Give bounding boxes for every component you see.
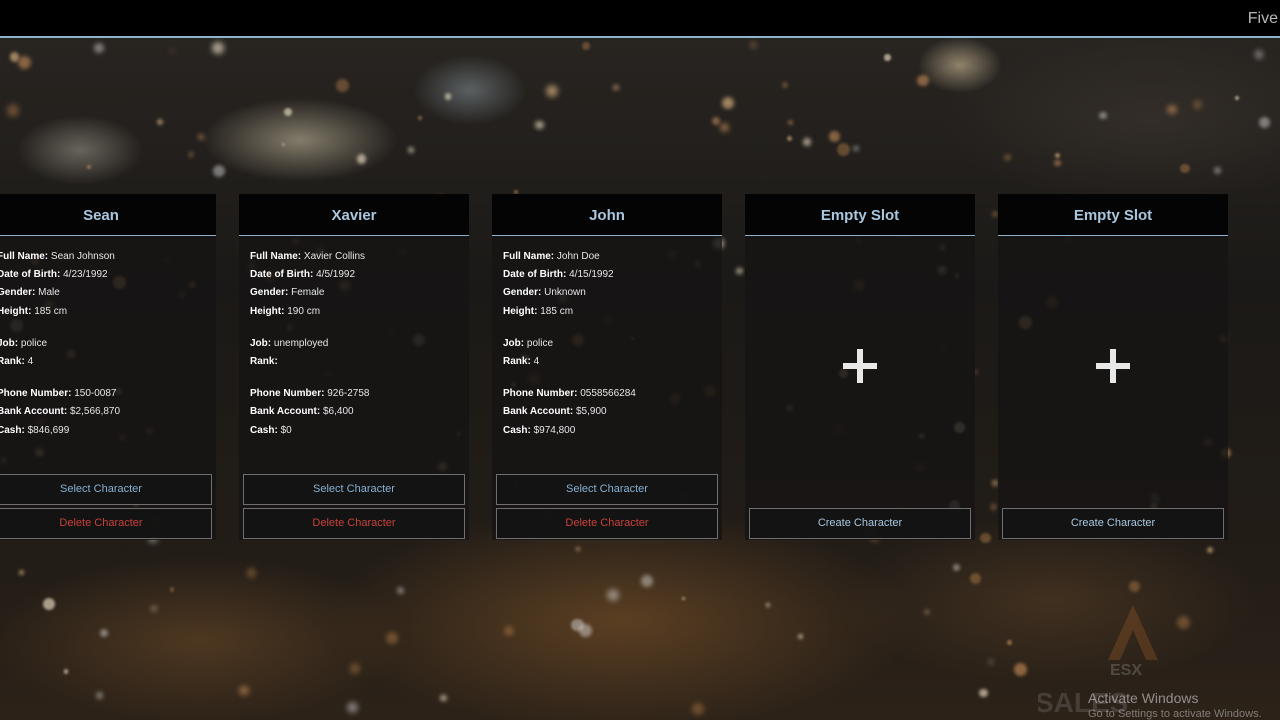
character-name: Sean <box>0 194 216 236</box>
empty-slot-card-1: Empty Slot Create Character <box>745 194 975 540</box>
full-name-value: Sean Johnson <box>50 251 115 262</box>
delete-character-button[interactable]: Delete Character <box>496 508 718 539</box>
job-value: unemployed <box>273 337 329 349</box>
dob-value: 4/15/1992 <box>569 269 614 281</box>
full-name-value: Xavier Collins <box>303 251 366 262</box>
bank-value: $2,566,870 <box>69 406 121 418</box>
delete-character-button[interactable]: Delete Character <box>243 508 465 539</box>
phone-value: 926-2758 <box>327 388 370 400</box>
empty-slot-title: Empty Slot <box>998 194 1228 236</box>
cash-value: $846,699 <box>27 424 70 436</box>
full-name-value: John Doe <box>556 251 600 262</box>
height-value: 185 cm <box>540 305 574 317</box>
create-character-button[interactable]: Create Character <box>749 508 971 539</box>
gender-value: Unknown <box>544 287 586 299</box>
activation-subtitle: Go to Settings to activate Windows. <box>1088 708 1262 720</box>
character-card-2: Xavier Full Name: Xavier Collins Date of… <box>239 194 469 540</box>
rank-value: 4 <box>533 355 540 367</box>
character-info: Full Name: John Doe Date of Birth: 4/15/… <box>503 251 636 436</box>
character-name: Xavier <box>239 194 469 236</box>
bank-value: $5,900 <box>575 406 607 418</box>
dob-value: 4/23/1992 <box>63 269 108 281</box>
character-info: Full Name: Xavier Collins Date of Birth:… <box>250 251 370 436</box>
activation-title: Activate Windows <box>1088 690 1199 706</box>
plus-icon[interactable] <box>843 349 877 383</box>
empty-slot-card-2: Empty Slot Create Character <box>998 194 1228 540</box>
app-title: Five <box>1247 10 1278 27</box>
top-bar: Five <box>0 0 1280 38</box>
create-character-button[interactable]: Create Character <box>1002 508 1224 539</box>
job-value: police <box>20 337 48 349</box>
rank-value: 4 <box>27 355 34 367</box>
bank-value: $6,400 <box>322 406 354 418</box>
height-value: 185 cm <box>34 305 68 317</box>
character-card-3: John Full Name: John Doe Date of Birth: … <box>492 194 722 540</box>
phone-value: 150-0087 <box>74 388 117 400</box>
select-character-button[interactable]: Select Character <box>243 474 465 505</box>
select-character-button[interactable]: Select Character <box>496 474 718 505</box>
select-character-button[interactable]: Select Character <box>0 474 212 505</box>
logo-text: ESX <box>1110 662 1142 679</box>
phone-value: 0558566284 <box>580 388 636 400</box>
gender-value: Male <box>38 287 60 299</box>
gender-value: Female <box>291 287 325 299</box>
job-value: police <box>526 337 554 349</box>
height-value: 190 cm <box>287 305 321 317</box>
character-card-1: Sean Full Name: Sean Johnson Date of Bir… <box>0 194 216 540</box>
cash-value: $0 <box>280 424 292 436</box>
plus-icon[interactable] <box>1096 349 1130 383</box>
cash-value: $974,800 <box>533 424 576 436</box>
delete-character-button[interactable]: Delete Character <box>0 508 212 539</box>
character-name: John <box>492 194 722 236</box>
character-info: Full Name: Sean Johnson Date of Birth: 4… <box>0 251 121 436</box>
dob-value: 4/5/1992 <box>316 269 356 281</box>
empty-slot-title: Empty Slot <box>745 194 975 236</box>
